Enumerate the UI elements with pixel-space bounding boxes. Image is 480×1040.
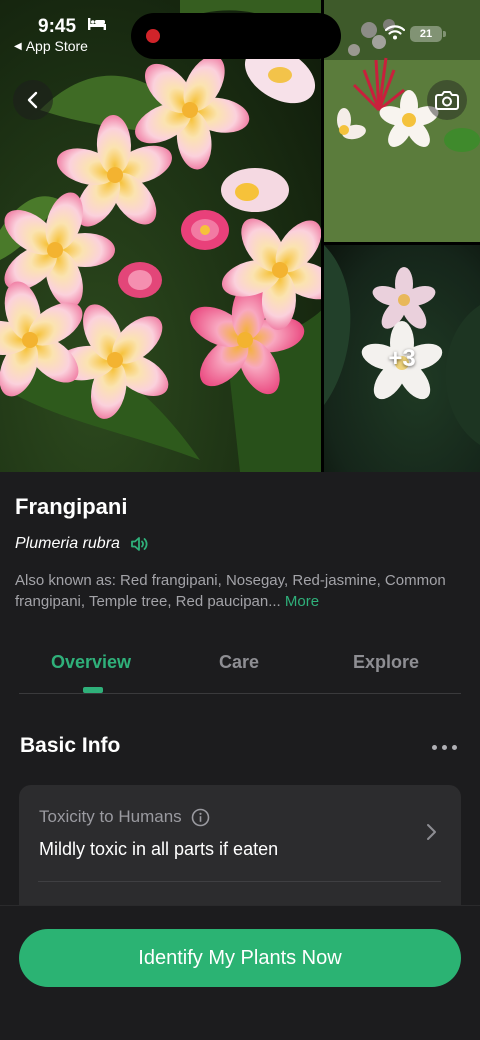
camera-button[interactable] (427, 80, 467, 120)
info-value: Mildly toxic in all parts if eaten (39, 839, 279, 859)
also-known-as: Also known as: Red frangipani, Nosegay, … (15, 570, 465, 612)
card-divider (38, 881, 441, 882)
basic-info-card: Toxicity to Humans Mildly toxic in all p… (19, 785, 461, 925)
status-time: 9:45 (38, 16, 77, 37)
info-icon[interactable] (191, 808, 210, 827)
recording-indicator-icon (146, 29, 160, 43)
more-options-icon[interactable] (432, 745, 457, 750)
tab-explore[interactable]: Explore (353, 652, 419, 673)
main-plant-photo[interactable] (0, 0, 321, 472)
speaker-icon[interactable] (130, 536, 150, 552)
dynamic-island (131, 13, 341, 59)
info-label: Toxicity to Humans (39, 807, 182, 826)
back-to-app-link[interactable]: ◀ App Store (14, 38, 88, 54)
scientific-name-row: Plumeria rubra (15, 535, 150, 553)
back-app-label: App Store (25, 38, 88, 54)
section-tabs: Overview Care Explore (19, 644, 461, 694)
battery-tip (443, 31, 446, 37)
identify-plants-button[interactable]: Identify My Plants Now (19, 929, 461, 987)
info-label-row: Toxicity to Humans (39, 807, 210, 827)
back-button[interactable] (13, 80, 53, 120)
tab-care[interactable]: Care (219, 652, 259, 673)
plant-common-name: Frangipani (15, 494, 128, 519)
chevron-left-icon (27, 91, 38, 109)
battery-indicator: 21 (410, 26, 442, 42)
more-photos-count[interactable]: +3 (324, 245, 480, 472)
camera-icon (435, 91, 459, 110)
active-tab-indicator (83, 687, 103, 693)
basic-info-title: Basic Info (20, 734, 121, 757)
tab-overview[interactable]: Overview (51, 652, 131, 673)
also-known-as-text: Also known as: Red frangipani, Nosegay, … (15, 572, 446, 610)
plant-scientific-name: Plumeria rubra (15, 535, 120, 552)
photo-gallery: +3 (0, 0, 480, 472)
more-names-link[interactable]: More (285, 593, 319, 610)
wifi-icon (385, 25, 405, 40)
chevron-right-icon (427, 824, 436, 840)
status-bar: 9:45 ◀ App Store 21 (0, 0, 480, 59)
sleep-bed-icon (88, 18, 106, 30)
frangipani-flowers-image (0, 0, 321, 472)
bottom-action-bar: Identify My Plants Now (0, 905, 480, 1040)
back-triangle-icon: ◀ (14, 40, 22, 52)
